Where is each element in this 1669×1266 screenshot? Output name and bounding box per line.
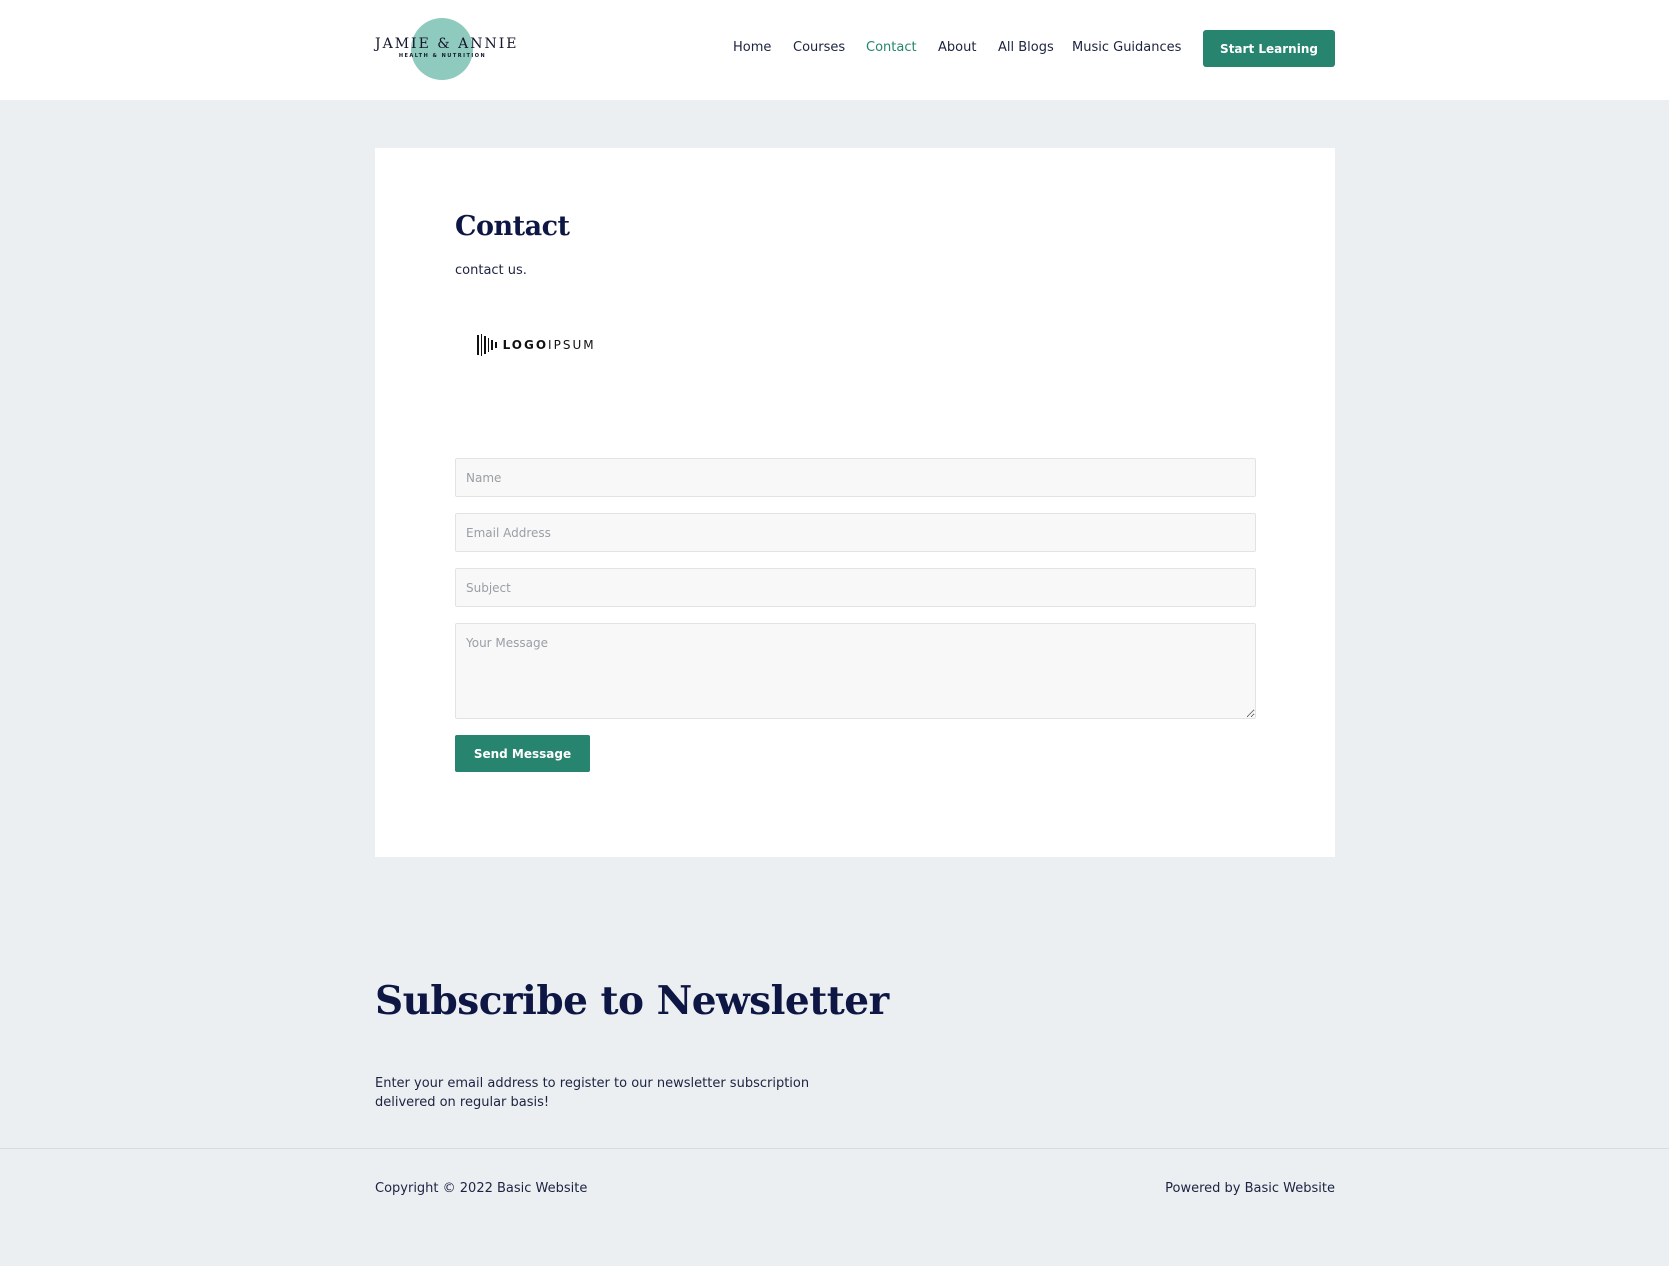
logoipsum-text: LOGOIPSUM	[503, 338, 596, 352]
nav-contact[interactable]: Contact	[866, 40, 917, 55]
newsletter-title: Subscribe to Newsletter	[375, 978, 889, 1024]
nav-about[interactable]: About	[938, 40, 976, 55]
nav-music-guidances[interactable]: Music Guidances	[1072, 40, 1181, 55]
logoipsum-bold: LOGO	[502, 338, 549, 352]
page-title: Contact	[455, 211, 570, 242]
footer-divider	[0, 1148, 1669, 1149]
send-message-button[interactable]: Send Message	[455, 735, 590, 772]
sound-bars-icon	[477, 334, 497, 356]
contact-card: Contact contact us. LOGOIPSUM Send Messa…	[375, 148, 1335, 857]
main-nav: Home Courses Contact About All Blogs Mus…	[0, 40, 1669, 60]
nav-all-blogs[interactable]: All Blogs	[998, 40, 1054, 55]
nav-courses[interactable]: Courses	[793, 40, 845, 55]
email-input[interactable]	[455, 513, 1256, 552]
start-learning-button[interactable]: Start Learning	[1203, 30, 1335, 67]
page-subtitle: contact us.	[455, 263, 527, 278]
logoipsum-logo: LOGOIPSUM	[477, 332, 596, 358]
newsletter-text: Enter your email address to register to …	[375, 1076, 810, 1110]
name-input[interactable]	[455, 458, 1256, 497]
powered-by-text: Powered by Basic Website	[1165, 1181, 1335, 1196]
site-header: JAMIE & ANNIE HEALTH & NUTRITION Home Co…	[0, 0, 1669, 100]
subject-input[interactable]	[455, 568, 1256, 607]
message-textarea[interactable]	[455, 623, 1256, 719]
copyright-text: Copyright © 2022 Basic Website	[375, 1181, 588, 1196]
nav-home[interactable]: Home	[733, 40, 771, 55]
logoipsum-light: IPSUM	[548, 338, 596, 352]
